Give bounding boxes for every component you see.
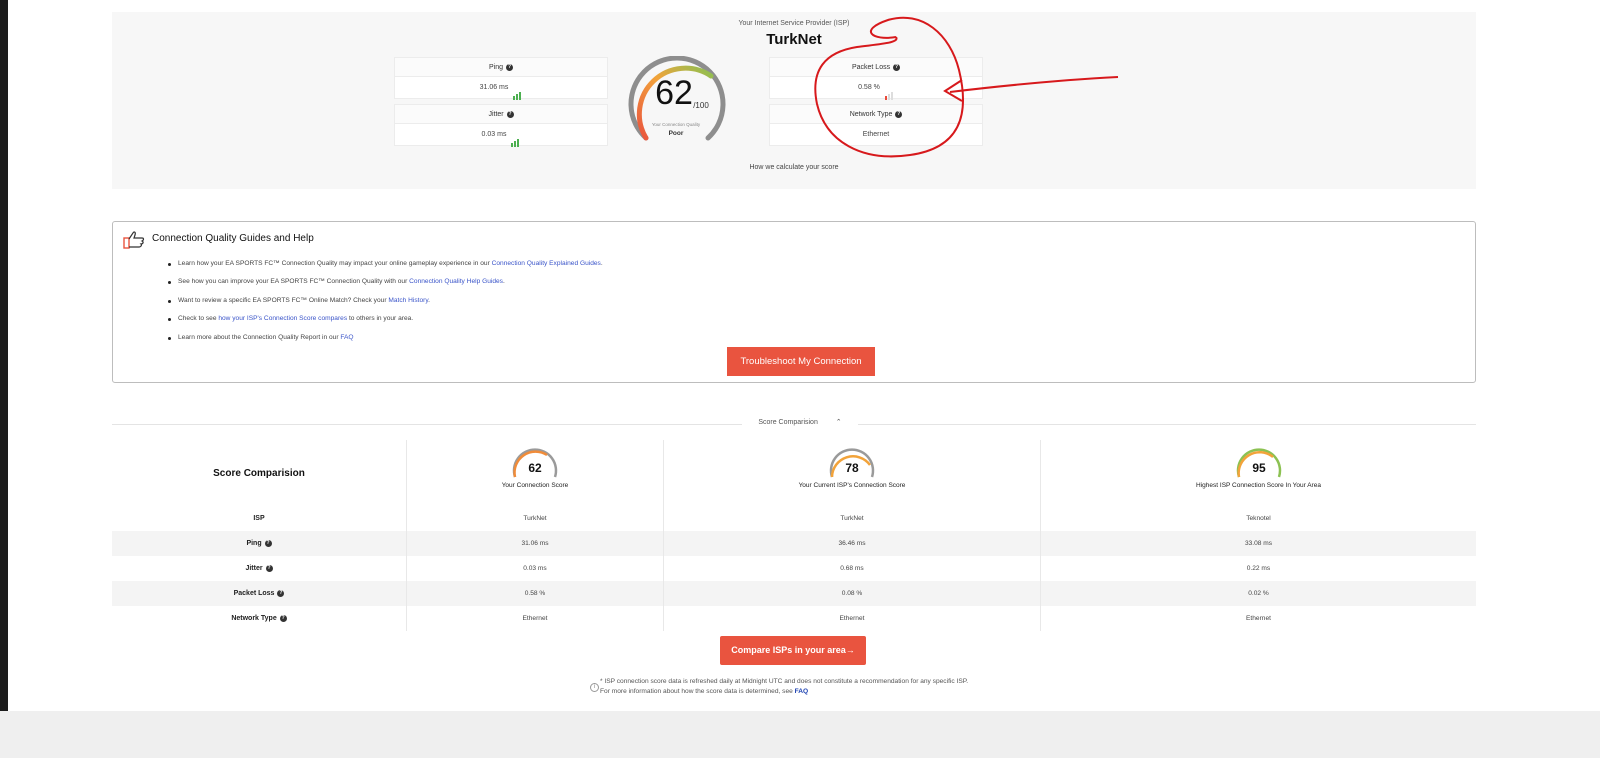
table-header: Score Comparision 62 Your Connection Sco… xyxy=(112,440,1476,506)
ping-metric: Ping ? 31.06 ms xyxy=(394,57,608,100)
your-score-column: 62 Your Connection Score xyxy=(406,440,663,506)
guides-title: Connection Quality Guides and Help xyxy=(152,233,314,244)
jitter-value: 0.03 ms xyxy=(481,131,507,138)
info-icon: i xyxy=(590,683,599,692)
table-row: Jitter ? 0.03 ms 0.68 ms 0.22 ms xyxy=(112,556,1476,581)
match-history-link[interactable]: Match History xyxy=(388,297,428,304)
isp-label: Your Internet Service Provider (ISP) xyxy=(738,20,850,27)
table-row: Ping ? 31.06 ms 36.46 ms 33.08 ms xyxy=(112,531,1476,556)
column-label: Your Connection Score xyxy=(501,482,569,489)
isp-compare-link[interactable]: how your ISP's Connection Score compares xyxy=(218,315,347,322)
list-item: Check to see how your ISP's Connection S… xyxy=(168,310,603,328)
column-label: Your Current ISP's Connection Score xyxy=(798,482,906,489)
packet-loss-metric: Packet Loss ? 0.58 % xyxy=(769,57,983,100)
guides-list: Learn how your EA SPORTS FC™ Connection … xyxy=(168,255,603,347)
packet-loss-value: 0.58 % xyxy=(858,84,880,91)
connection-explained-link[interactable]: Connection Quality Explained Guides xyxy=(492,260,601,267)
ping-title: Ping xyxy=(489,64,504,71)
highest-score-column: 95 Highest ISP Connection Score In Your … xyxy=(1040,440,1476,506)
list-item: Learn more about the Connection Quality … xyxy=(168,329,603,347)
signal-bars-icon xyxy=(884,78,894,100)
isp-score-column: 78 Your Current ISP's Connection Score xyxy=(663,440,1040,506)
table-row: Packet Loss ? 0.58 % 0.08 % 0.02 % xyxy=(112,581,1476,606)
troubleshoot-button[interactable]: Troubleshoot My Connection xyxy=(727,347,875,376)
help-icon[interactable]: ? xyxy=(895,111,903,118)
help-icon[interactable]: ? xyxy=(505,64,513,71)
packet-loss-title: Packet Loss xyxy=(851,64,891,71)
score-value: 62 xyxy=(655,74,693,112)
footnote: * ISP connection score data is refreshed… xyxy=(600,678,969,695)
score-gauge-icon: 95 xyxy=(1236,448,1281,478)
compare-isps-button[interactable]: Compare ISPs in your area→ xyxy=(720,636,866,665)
list-item: Learn how your EA SPORTS FC™ Connection … xyxy=(168,255,603,273)
score-value: 95 xyxy=(1252,461,1266,475)
ping-value: 31.06 ms xyxy=(479,84,509,91)
score-gauge-icon: 62 xyxy=(512,448,558,478)
help-icon[interactable]: ? xyxy=(277,590,285,597)
list-item: Want to review a specific EA SPORTS FC™ … xyxy=(168,292,603,310)
score-rating: Poor xyxy=(669,130,684,137)
comparison-title: Score Comparision xyxy=(213,467,305,479)
list-item: See how you can improve your EA SPORTS F… xyxy=(168,273,603,291)
network-type-value: Ethernet xyxy=(862,131,890,138)
chevron-up-icon: ⌃ xyxy=(827,419,850,426)
connection-summary-card: Your Internet Service Provider (ISP) Tur… xyxy=(112,12,1476,189)
isp-name: TurkNet xyxy=(766,31,822,48)
thumbs-up-icon xyxy=(123,231,145,249)
faq-link[interactable]: FAQ xyxy=(340,334,353,341)
connection-quality-gauge: 62 /100 Your Connection Quality Poor xyxy=(628,56,726,141)
score-value: 78 xyxy=(845,461,859,475)
footnote-faq-link[interactable]: FAQ xyxy=(795,688,809,695)
help-icon[interactable]: ? xyxy=(893,64,901,71)
jitter-metric: Jitter ? 0.03 ms xyxy=(394,104,608,147)
help-icon[interactable]: ? xyxy=(506,111,514,118)
score-comparison-toggle[interactable]: Score Comparision ⌃ xyxy=(0,418,1600,426)
signal-bars-icon xyxy=(511,125,520,147)
column-label: Highest ISP Connection Score In Your Are… xyxy=(1196,482,1321,489)
network-type-title: Network Type xyxy=(849,111,893,118)
how-we-calculate-link[interactable]: How we calculate your score xyxy=(112,164,1476,171)
guides-help-card: Connection Quality Guides and Help Learn… xyxy=(112,221,1476,383)
connection-help-guides-link[interactable]: Connection Quality Help Guides xyxy=(409,278,503,285)
score-gauge-icon: 78 xyxy=(829,448,875,478)
window-edge xyxy=(0,0,8,711)
network-type-metric: Network Type ? Ethernet xyxy=(769,104,983,146)
help-icon[interactable]: ? xyxy=(279,615,287,622)
table-row: Network Type ? Ethernet Ethernet Etherne… xyxy=(112,606,1476,631)
score-value: 62 xyxy=(528,461,542,475)
table-body: ISP TurkNet TurkNet Teknotel Ping ? 31.0… xyxy=(112,506,1476,631)
help-icon[interactable]: ? xyxy=(264,540,272,547)
jitter-title: Jitter xyxy=(488,111,504,118)
score-caption: Your Connection Quality xyxy=(652,122,701,127)
score-comparison-table: Score Comparision 62 Your Connection Sco… xyxy=(112,440,1476,631)
table-row: ISP TurkNet TurkNet Teknotel xyxy=(112,506,1476,531)
signal-bars-icon xyxy=(513,78,522,100)
help-icon[interactable]: ? xyxy=(265,565,273,572)
score-max: /100 xyxy=(693,101,709,110)
